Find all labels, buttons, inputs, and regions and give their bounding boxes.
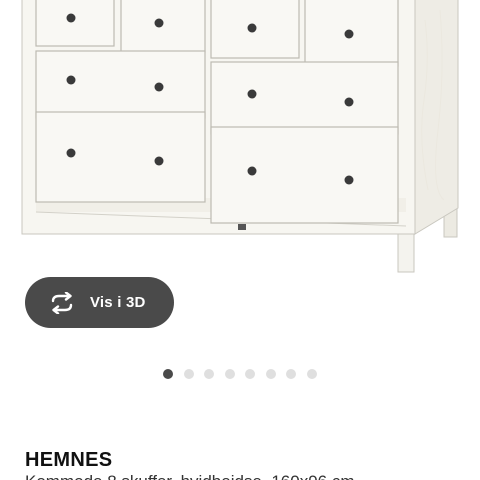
product-page: Vis i 3D HEMNES Kommode 8 skuffer, hvidb…: [0, 0, 480, 480]
carousel-dot-5[interactable]: [245, 369, 255, 379]
carousel-dot-2[interactable]: [183, 369, 194, 379]
product-description: Kommode 8 skuffer, hvidbejdse, 160x96 cm: [25, 472, 354, 480]
carousel-dot-7[interactable]: [286, 369, 296, 379]
carousel-pagination: [163, 369, 317, 379]
carousel-dot-3[interactable]: [204, 369, 214, 379]
carousel-dot-1[interactable]: [163, 369, 173, 379]
view-in-3d-button[interactable]: Vis i 3D: [25, 277, 174, 328]
product-name: HEMNES: [25, 449, 113, 471]
carousel-dot-6[interactable]: [265, 369, 276, 379]
rotate-3d-icon: [51, 291, 73, 314]
carousel-dot-4[interactable]: [224, 369, 235, 379]
carousel-dot-8[interactable]: [306, 369, 317, 379]
product-image[interactable]: [0, 0, 480, 280]
view-in-3d-label: Vis i 3D: [90, 294, 146, 311]
